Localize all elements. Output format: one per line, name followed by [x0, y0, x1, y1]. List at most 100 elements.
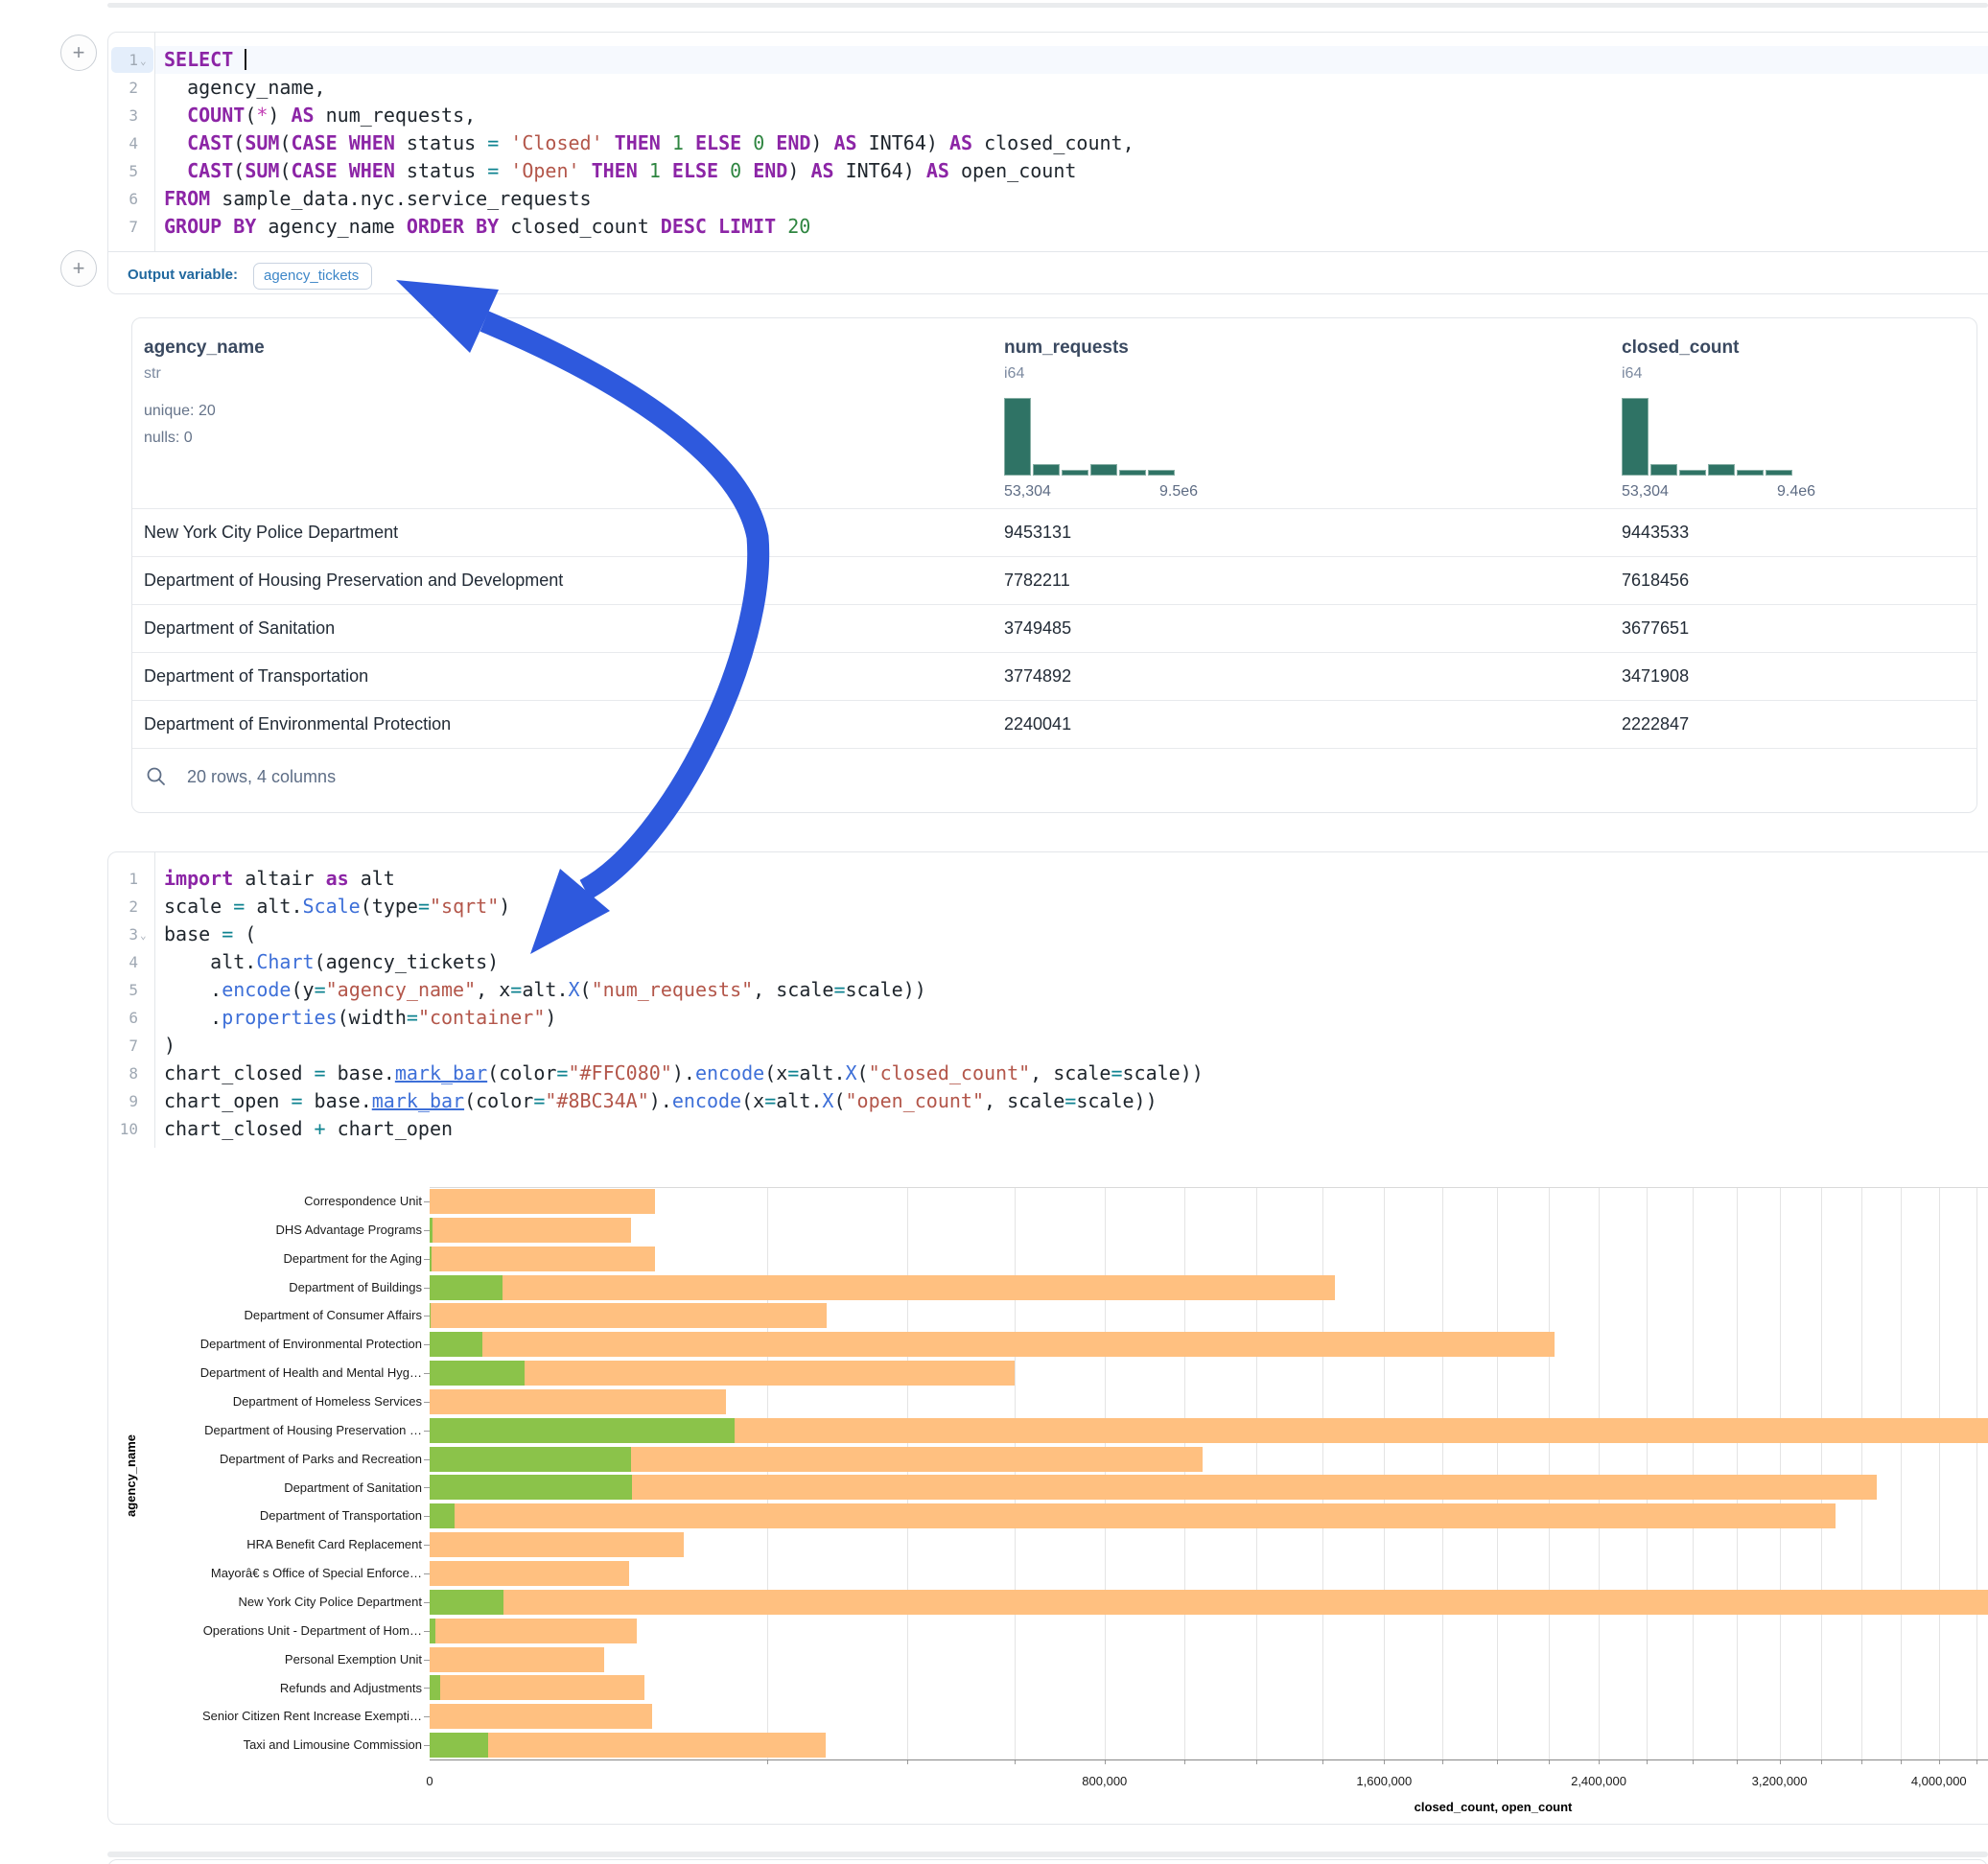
gridline [1015, 1187, 1016, 1759]
histogram-bar [1090, 464, 1117, 476]
bar-closed-count [430, 1475, 1877, 1500]
gridline [1184, 1187, 1185, 1759]
histogram-min-label: 53,304 [1622, 483, 1669, 501]
code-line[interactable]: 1⌄ SELECT [108, 46, 1988, 74]
search-icon[interactable] [146, 766, 167, 787]
bar-open-count [430, 1447, 631, 1472]
altair-chart: Correspondence UnitDHS Advantage Program… [108, 852, 1988, 1824]
bar-open-count [430, 1503, 455, 1528]
y-axis-tick [424, 1602, 430, 1603]
bar-closed-count [430, 1733, 826, 1758]
gridline [767, 1187, 768, 1759]
gridline [1599, 1187, 1600, 1759]
table-row[interactable]: Department of Environmental Protection22… [132, 700, 1976, 749]
gridline [1105, 1187, 1106, 1759]
y-axis-tick [424, 1545, 430, 1546]
column-type: i64 [1622, 365, 1642, 383]
table-row[interactable]: New York City Police Department945313194… [132, 508, 1976, 556]
table-cell: Department of Housing Preservation and D… [144, 557, 563, 604]
x-axis-title: closed_count, open_count [1415, 1800, 1573, 1814]
code-text: FROM sample_data.nyc.service_requests [164, 185, 592, 213]
gridline [1442, 1187, 1443, 1759]
histogram-bar [1004, 398, 1031, 476]
bar-closed-count [430, 1590, 1988, 1615]
line-number: 3 [108, 102, 154, 129]
column-histogram [1622, 398, 1792, 476]
y-axis-label: Department of Housing Preservation … [108, 1416, 422, 1445]
y-axis-label: Department of Buildings [108, 1273, 422, 1302]
bar-open-count [430, 1218, 433, 1243]
histogram-bar [1062, 470, 1088, 476]
bar-open-count [430, 1332, 482, 1357]
table-cell: Department of Sanitation [144, 605, 335, 652]
code-text: CAST(SUM(CASE WHEN status = 'Closed' THE… [164, 129, 1134, 157]
table-cell: 3774892 [1004, 653, 1071, 700]
y-axis-label: Department of Consumer Affairs [108, 1301, 422, 1330]
table-row[interactable]: Department of Sanitation37494853677651 [132, 604, 1976, 652]
bar-closed-count [430, 1189, 655, 1214]
line-number: 5 [108, 157, 154, 185]
column-header-num_requests[interactable]: num_requests [1004, 338, 1129, 359]
y-axis-tick [424, 1660, 430, 1661]
table-row[interactable]: Department of Housing Preservation and D… [132, 556, 1976, 604]
text-cursor [245, 49, 246, 70]
column-stat: unique: 20 [144, 403, 216, 420]
bar-open-count [430, 1418, 735, 1443]
table-row-count: 20 rows, 4 columns [187, 767, 336, 787]
bar-open-count [430, 1275, 503, 1300]
gridline [1256, 1187, 1257, 1759]
column-histogram [1004, 398, 1175, 476]
bar-closed-count [430, 1218, 631, 1243]
code-line[interactable]: 6FROM sample_data.nyc.service_requests [108, 185, 1988, 213]
y-axis-label: Department of Health and Mental Hyg… [108, 1359, 422, 1387]
y-axis-label: Department for the Aging [108, 1245, 422, 1273]
histogram-max-label: 9.4e6 [1777, 483, 1815, 501]
y-axis-tick [424, 1688, 430, 1689]
code-line[interactable]: 4 CAST(SUM(CASE WHEN status = 'Closed' T… [108, 129, 1988, 157]
output-variable-pill[interactable]: agency_tickets [253, 263, 372, 290]
gridline [1497, 1187, 1498, 1759]
gridline [1647, 1187, 1648, 1759]
previous-cell-scrollbar[interactable] [107, 3, 1988, 8]
gridline [907, 1187, 908, 1759]
code-line[interactable]: 7GROUP BY agency_name ORDER BY closed_co… [108, 213, 1988, 241]
code-line[interactable]: 3 COUNT(*) AS num_requests, [108, 102, 1988, 129]
python-cell-scrollbar[interactable] [107, 1852, 1988, 1857]
line-number: 1 [108, 46, 154, 74]
histogram-bar [1679, 470, 1706, 476]
fold-chevron-icon[interactable]: ⌄ [140, 47, 147, 75]
gridline [1976, 1187, 1977, 1759]
y-axis-label: Mayorâ€ s Office of Special Enforce… [108, 1559, 422, 1588]
y-axis-title: agency_name [124, 1434, 138, 1517]
line-number: 2 [108, 74, 154, 102]
y-axis-tick [424, 1344, 430, 1345]
y-axis-tick [424, 1745, 430, 1746]
y-axis-label: Refunds and Adjustments [108, 1674, 422, 1703]
table-row[interactable]: Department of Transportation377489234719… [132, 652, 1976, 700]
column-header-closed_count[interactable]: closed_count [1622, 338, 1739, 359]
result-table-card: agency_namestrunique: 20nulls: 0num_requ… [131, 317, 1977, 813]
y-axis-label: DHS Advantage Programs [108, 1216, 422, 1245]
x-axis-tick-label: 2,400,000 [1571, 1774, 1626, 1788]
add-cell-button-top[interactable]: + [60, 35, 97, 71]
y-axis-label: Personal Exemption Unit [108, 1645, 422, 1674]
code-line[interactable]: 5 CAST(SUM(CASE WHEN status = 'Open' THE… [108, 157, 1988, 185]
table-cell: 2222847 [1622, 701, 1689, 748]
x-axis-tick-label: 1,600,000 [1356, 1774, 1412, 1788]
bar-open-count [430, 1247, 432, 1271]
bar-closed-count [430, 1303, 827, 1328]
add-cell-button-output[interactable]: + [60, 250, 97, 287]
table-cell: 9453131 [1004, 509, 1071, 556]
code-text: SELECT [164, 46, 246, 74]
sql-code-editor[interactable]: 1⌄ SELECT 2 agency_name,3 COUNT(*) AS num… [108, 46, 1988, 241]
y-axis-label: Taxi and Limousine Commission [108, 1731, 422, 1759]
gridline [1821, 1187, 1822, 1759]
column-header-agency_name[interactable]: agency_name [144, 338, 265, 359]
bar-open-count [430, 1475, 632, 1500]
code-line[interactable]: 2 agency_name, [108, 74, 1988, 102]
gridline [1939, 1187, 1940, 1759]
x-axis-tick-label: 0 [426, 1774, 433, 1788]
y-axis-tick [424, 1516, 430, 1517]
gridline [1901, 1187, 1902, 1759]
bar-open-count [430, 1361, 525, 1386]
